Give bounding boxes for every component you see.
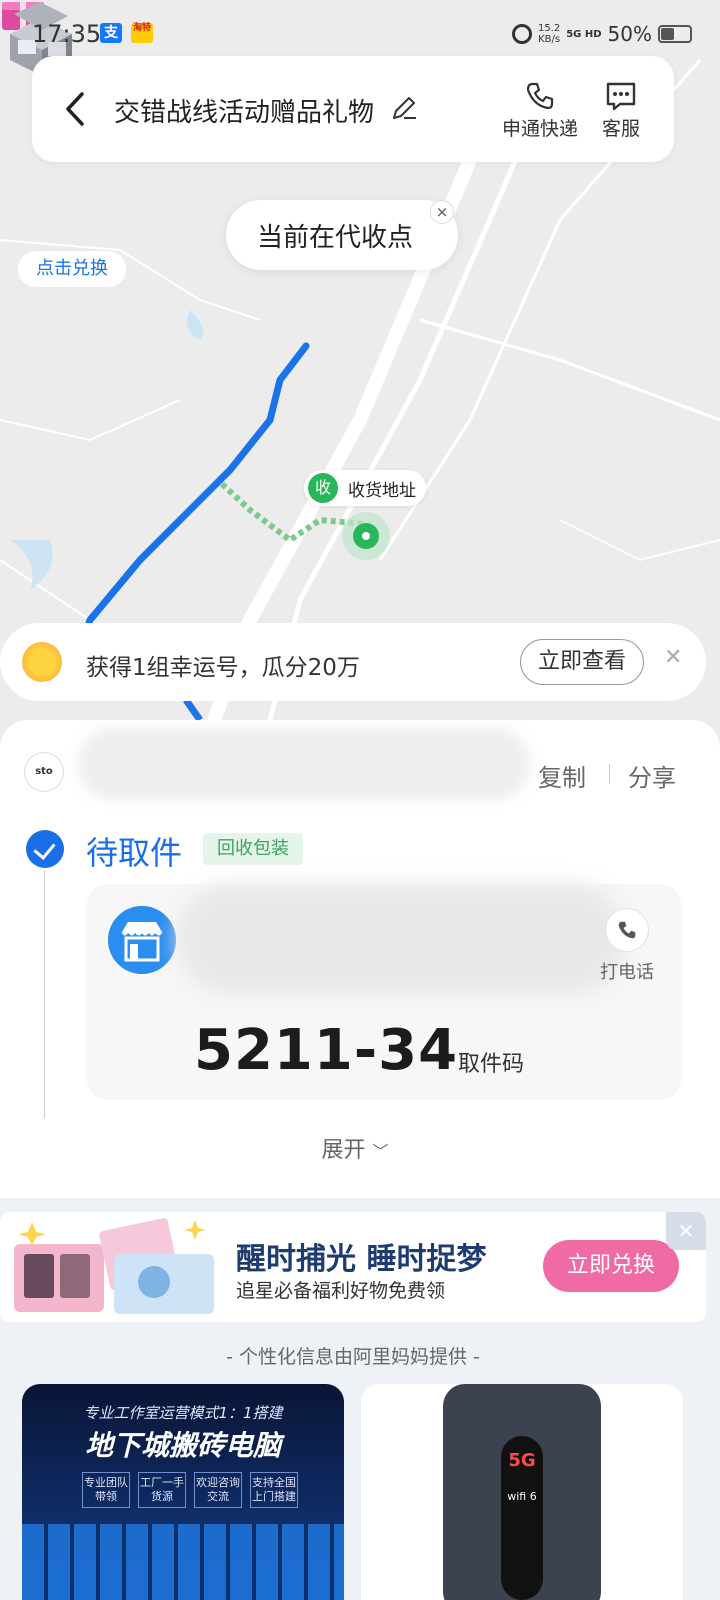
customer-service-button[interactable]: 客服 (602, 78, 640, 141)
status-time: 17:35 (32, 20, 102, 48)
feed-item-gaming-pc[interactable]: 专业工作室运营模式1：1搭建 地下城搬砖电脑 专业团队带领 工厂一手货源 欢迎咨… (22, 1384, 344, 1600)
network-indicator: 5G HD (566, 28, 602, 40)
device-wifi-label: wifi 6 (507, 1490, 537, 1503)
recycle-tag[interactable]: 回收包装 (203, 833, 303, 865)
divider (609, 764, 610, 784)
call-label: 打电话 (600, 962, 654, 983)
device-5g-label: 5G (508, 1450, 536, 1471)
ad-title: 醒时捕光 睡时捉梦 (236, 1242, 487, 1277)
status-right: 15.2 KB/s 5G HD 50% (511, 20, 692, 48)
store-icon (108, 906, 176, 974)
courier-call-button[interactable]: 申通快递 (502, 78, 578, 141)
lucky-number-banner[interactable]: 获得1组幸运号，瓜分20万 立即查看 ✕ (0, 623, 706, 701)
pickup-code: 5211-34 (194, 1018, 459, 1083)
station-address-blurred (176, 884, 626, 994)
feed-item-router[interactable]: 5G wifi 6 (361, 1384, 683, 1600)
net-speed: 15.2 KB/s (538, 23, 560, 45)
chevron-down-icon: ﹀ (372, 1142, 389, 1161)
feed-tag: 专业团队带领 (82, 1472, 130, 1508)
current-location-bubble: 当前在代收点 × (226, 200, 458, 270)
router-device-image: 5G wifi 6 (443, 1384, 601, 1600)
address-badge: 收 (308, 473, 338, 503)
expand-button[interactable]: 展开 ﹀ (0, 1132, 710, 1164)
status-check-icon (26, 830, 64, 868)
pickup-code-label: 取件码 (458, 1052, 525, 1077)
sto-logo: sto (24, 752, 64, 792)
feed-item-title: 地下城搬砖电脑 (84, 1429, 281, 1462)
feed-item-tags: 专业团队带领 工厂一手货源 欢迎咨询交流 支持全国上门搭建 (82, 1472, 298, 1508)
bubble-text: 当前在代收点 (256, 222, 413, 253)
feed-item-subtitle: 专业工作室运营模式1：1搭建 (83, 1404, 283, 1422)
address-pill[interactable]: 收 收货地址 (304, 470, 426, 506)
bubble-close-icon[interactable]: × (430, 200, 454, 224)
call-station-button[interactable]: 打电话 (592, 908, 662, 984)
parcel-status: 待取件 (86, 834, 183, 872)
share-button[interactable]: 分享 (628, 758, 676, 793)
back-arrow-icon[interactable] (60, 88, 90, 130)
net-speed-unit: KB/s (538, 34, 561, 45)
exchange-pill[interactable]: 点击兑换 (18, 251, 126, 287)
courier-call-label: 申通快递 (502, 118, 579, 140)
ad-close-icon[interactable]: ✕ (666, 1212, 706, 1250)
tracking-number-blurred (78, 728, 530, 800)
copy-button[interactable]: 复制 (538, 758, 586, 793)
net-speed-value: 15.2 (537, 23, 561, 34)
timeline-line (44, 870, 45, 1118)
pickup-info-card: 打电话 5211-34 取件码 (86, 884, 682, 1100)
feed-tag: 工厂一手货源 (138, 1472, 186, 1508)
redeem-now-button[interactable]: 立即兑换 (543, 1240, 679, 1292)
edit-icon[interactable] (390, 94, 418, 122)
alipay-icon: 支 (100, 23, 122, 43)
phone-icon (526, 82, 554, 110)
page-title: 交错战线活动赠品礼物 (114, 98, 375, 128)
view-now-button[interactable]: 立即查看 (520, 639, 644, 685)
taote-icon: 淘特 (131, 23, 153, 43)
monitor-wall-image (22, 1524, 344, 1600)
parcel-card: sto 复制 分享 待取件 回收包装 打电话 5211-34 取件码 展开 ﹀ (0, 720, 720, 1198)
provided-by-note: - 个性化信息由阿里妈妈提供 - (226, 1346, 480, 1368)
chat-icon (606, 82, 636, 111)
customer-service-label: 客服 (602, 118, 641, 140)
battery-icon (658, 25, 692, 43)
ad-banner[interactable]: 醒时捕光 睡时捉梦 追星必备福利好物免费领 立即兑换 ✕ (0, 1212, 706, 1322)
feed-tag: 支持全国上门搭建 (250, 1472, 298, 1508)
feed-tag: 欢迎咨询交流 (194, 1472, 242, 1508)
close-icon[interactable]: ✕ (664, 645, 682, 670)
ad-image (14, 1218, 214, 1314)
address-label: 收货地址 (348, 480, 416, 501)
battery-text: 50% (607, 22, 652, 46)
lucky-text: 获得1组幸运号，瓜分20万 (86, 655, 360, 681)
phone-icon (618, 921, 636, 939)
device-screen: 5G wifi 6 (501, 1436, 543, 1600)
star-badge-icon (22, 642, 62, 682)
expand-label: 展开 (321, 1138, 366, 1163)
header-card: 交错战线活动赠品礼物 申通快递 客服 (32, 56, 674, 162)
alarm-icon (511, 24, 532, 44)
ad-subtitle: 追星必备福利好物免费领 (236, 1280, 446, 1302)
